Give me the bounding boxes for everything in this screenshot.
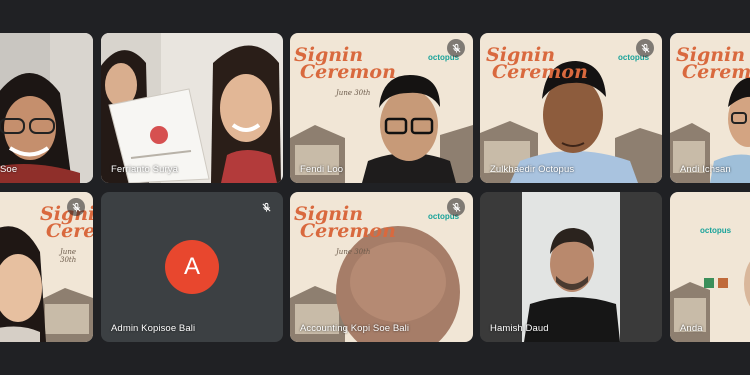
participant-name: Anda — [680, 323, 703, 334]
poster-title: Signin Ceremon — [486, 44, 588, 84]
participant-tile-ferrianto-surya[interactable]: Ferrianto Surya — [101, 33, 283, 183]
mic-off-icon — [447, 198, 465, 216]
video-feed — [101, 33, 283, 183]
participant-tile-hamish-daud[interactable]: Hamish Daud — [480, 192, 662, 342]
mic-off-icon — [257, 198, 275, 216]
video-feed — [670, 192, 750, 342]
poster-title: Signin Ceremon — [40, 203, 93, 243]
participant-tile-fendi-loo[interactable]: Signin Ceremon June 30th octopus Fendi L… — [290, 33, 473, 183]
poster-title: Signin Ceremon — [676, 44, 750, 84]
mic-off-icon — [67, 198, 85, 216]
participant-tile-soe[interactable]: Soe — [0, 33, 93, 183]
poster-date: June 30th — [60, 248, 77, 264]
participant-tile[interactable]: Signin Ceremon June 30th — [0, 192, 93, 342]
participant-name: Accounting Kopi Soe Bali — [300, 323, 410, 334]
participant-tile-anda[interactable]: octopus Anda — [670, 192, 750, 342]
poster-date: June 30th — [336, 248, 371, 256]
participant-tile-zulkhaedir-octopus[interactable]: Signin Ceremon octopus Zulkhaedir Octopu… — [480, 33, 662, 183]
participant-name: Fendi Loo — [300, 164, 344, 175]
avatar: A — [165, 240, 219, 294]
participant-name: Andi Ichsan — [680, 164, 731, 175]
participant-tile-accounting-kopi-soe-bali[interactable]: Signin Ceremon June 30th octopus Account… — [290, 192, 473, 342]
poster-date: June 30th — [336, 89, 371, 97]
participant-tile-admin-kopisoe-bali[interactable]: A Admin Kopisoe Bali — [101, 192, 283, 342]
participant-tile-andi-ichsan[interactable]: Signin Ceremon Andi Ichsan — [670, 33, 750, 183]
video-feed — [480, 192, 662, 342]
participant-name: Zulkhaedir Octopus — [490, 164, 575, 175]
participant-name: Admin Kopisoe Bali — [111, 323, 196, 334]
participant-name: Ferrianto Surya — [111, 164, 178, 175]
video-feed — [0, 33, 93, 183]
mic-off-icon — [636, 39, 654, 57]
participant-name: Soe — [0, 164, 18, 175]
poster-brand: octopus — [700, 226, 732, 235]
poster-title: Signin Ceremon — [294, 203, 396, 243]
poster-title: Signin Ceremon — [294, 44, 396, 84]
mic-off-icon — [447, 39, 465, 57]
participant-name: Hamish Daud — [490, 323, 549, 334]
